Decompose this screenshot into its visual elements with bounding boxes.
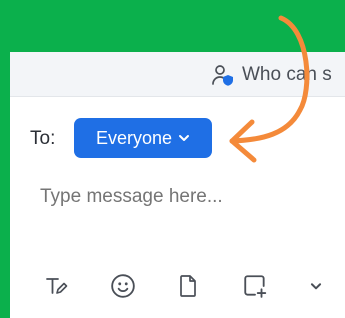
- to-label: To:: [30, 128, 56, 149]
- chat-panel: Who can s To: Everyone: [10, 52, 345, 318]
- who-can-see-text[interactable]: Who can s: [242, 64, 332, 86]
- more-chevron-icon: [310, 283, 322, 290]
- visibility-bar: Who can s: [10, 52, 345, 97]
- format-text-button[interactable]: [40, 270, 72, 302]
- file-button[interactable]: [172, 270, 204, 302]
- add-screenshot-button[interactable]: [239, 270, 271, 302]
- recipient-dropdown-button[interactable]: Everyone: [74, 118, 212, 158]
- file-icon: [180, 275, 196, 297]
- message-input[interactable]: [40, 186, 330, 208]
- emoji-icon: [111, 274, 135, 298]
- user-shield-icon: [212, 65, 233, 86]
- composer-toolbar: [10, 270, 345, 306]
- chevron-down-icon: [179, 135, 190, 141]
- format-text-icon: [46, 278, 68, 294]
- more-options-button[interactable]: [300, 270, 332, 302]
- add-screenshot-icon: [244, 275, 267, 298]
- emoji-button[interactable]: [107, 270, 139, 302]
- recipient-selected: Everyone: [95, 127, 173, 148]
